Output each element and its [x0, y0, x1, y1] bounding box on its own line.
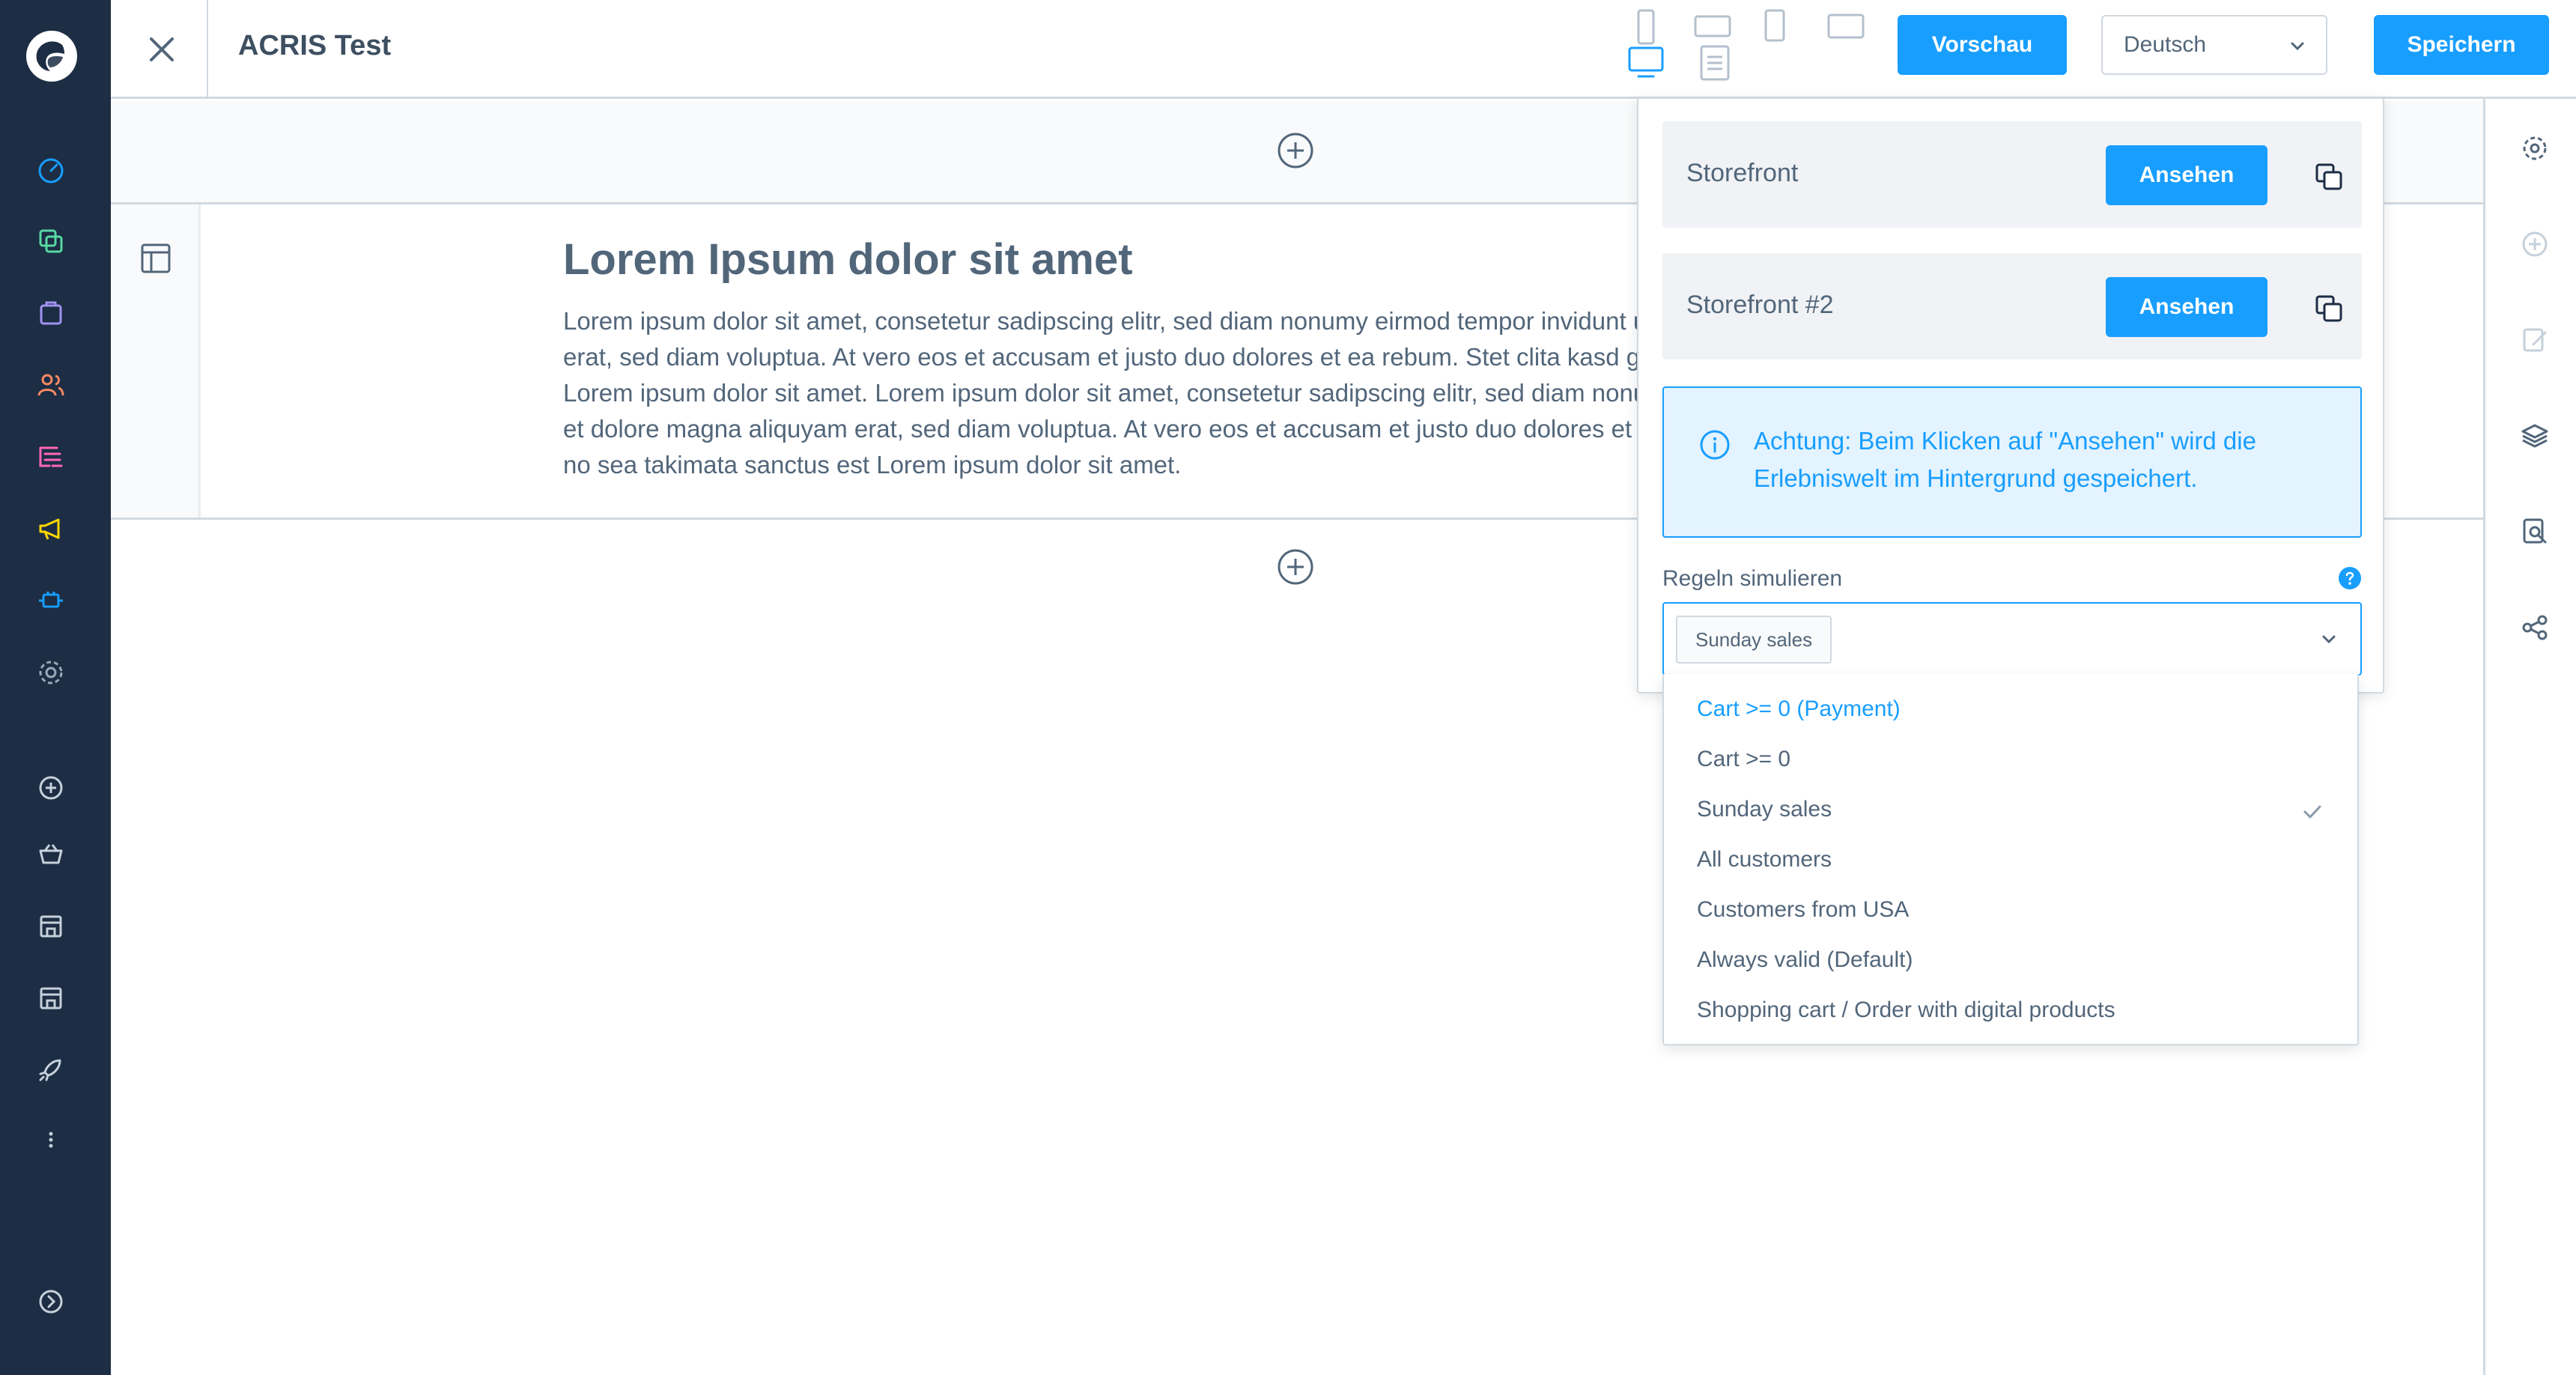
storefront-2-icon[interactable] [36, 983, 66, 1013]
block-text-line: erat, sed diam voluptua. At vero eos et … [563, 343, 1761, 371]
storefront-icon[interactable] [36, 911, 66, 941]
block-text-line: Lorem ipsum dolor sit amet. Lorem ipsum … [563, 379, 1761, 407]
view-storefront-button[interactable]: Ansehen [2106, 145, 2267, 205]
search-page-icon[interactable] [2520, 517, 2550, 547]
topbar-divider [207, 0, 208, 99]
check-icon [2303, 805, 2321, 819]
rules-select[interactable]: Sunday sales [1662, 602, 2362, 676]
tablet-portrait-icon[interactable] [1760, 7, 1790, 46]
selected-rule-tag[interactable]: Sunday sales [1676, 616, 1832, 664]
add-section-icon[interactable] [1276, 547, 1315, 586]
close-icon[interactable] [141, 28, 183, 70]
settings-icon[interactable] [2520, 133, 2550, 163]
page-title: ACRIS Test [238, 30, 392, 61]
storefront-name: Storefront #2 [1686, 291, 1834, 319]
rule-option[interactable]: Sunday sales [1697, 797, 1832, 822]
rule-option[interactable]: Always valid (Default) [1697, 947, 1913, 973]
mobile-landscape-icon[interactable] [1692, 12, 1734, 42]
copy-link-icon[interactable] [2314, 162, 2344, 192]
view-storefront-button[interactable]: Ansehen [2106, 277, 2267, 337]
main-navigation [0, 0, 111, 1375]
edit-icon[interactable] [2520, 325, 2550, 355]
storefront-name: Storefront [1686, 159, 1799, 187]
rule-option[interactable]: Cart >= 0 [1697, 747, 1790, 772]
desktop-icon[interactable] [1626, 45, 1665, 81]
expand-icon[interactable] [36, 1287, 66, 1317]
notice-text: Achtung: Beim Klicken auf "Ansehen" wird… [1754, 427, 2256, 492]
rule-option[interactable]: Cart >= 0 (Payment) [1697, 696, 1901, 722]
block-layout-icon[interactable] [138, 240, 174, 276]
more-icon[interactable] [36, 1125, 66, 1155]
info-icon [1700, 430, 1730, 460]
copy-link-icon[interactable] [2314, 294, 2344, 324]
shopware-logo-icon[interactable] [25, 30, 78, 82]
dashboard-icon[interactable] [36, 156, 66, 186]
chevron-down-icon [2322, 635, 2336, 644]
layers-icon[interactable] [2520, 421, 2550, 451]
settings-icon[interactable] [36, 658, 66, 688]
save-button[interactable]: Speichern [2374, 15, 2549, 75]
preview-button[interactable]: Vorschau [1898, 15, 2067, 75]
tablet-landscape-icon[interactable] [1826, 12, 1868, 42]
marketing-icon[interactable] [36, 514, 66, 544]
add-icon[interactable] [36, 773, 66, 803]
block-text-line: Lorem ipsum dolor sit amet, consetetur s… [563, 307, 1761, 335]
top-bar: ACRIS Test Vorschau Deutsch Speichern [111, 0, 2576, 99]
info-notice: Achtung: Beim Klicken auf "Ansehen" wird… [1662, 386, 2362, 538]
rule-option[interactable]: Shopping cart / Order with digital produ… [1697, 998, 2115, 1023]
rules-dropdown-list: Cart >= 0 (Payment) Cart >= 0 Sunday sal… [1662, 674, 2359, 1045]
content-icon[interactable] [36, 442, 66, 472]
rule-option[interactable]: All customers [1697, 847, 1832, 872]
preview-popover: Storefront Ansehen Storefront #2 Ansehen… [1637, 97, 2384, 693]
share-icon[interactable] [2520, 613, 2550, 643]
block-text-line: no sea takimata sanctus est Lorem ipsum … [563, 451, 1182, 479]
storefront-row: Storefront Ansehen [1662, 121, 2362, 228]
right-sidebar [2483, 99, 2576, 1375]
block-text-line: et dolore magna aliquyam erat, sed diam … [563, 415, 1761, 443]
rocket-icon[interactable] [36, 1054, 66, 1084]
add-block-icon[interactable] [2520, 229, 2550, 259]
catalog-icon[interactable] [36, 226, 66, 256]
mobile-portrait-icon[interactable] [1631, 7, 1661, 46]
storefront-row: Storefront #2 Ansehen [1662, 253, 2362, 359]
orders-icon[interactable] [36, 298, 66, 328]
rules-simulate-label: Regeln simulieren [1662, 566, 1843, 591]
add-section-icon[interactable] [1276, 131, 1315, 170]
block-heading: Lorem Ipsum dolor sit amet [563, 235, 1133, 284]
rule-option[interactable]: Customers from USA [1697, 897, 1909, 923]
extensions-icon[interactable] [36, 586, 66, 616]
basket-icon[interactable] [36, 839, 66, 869]
language-select-value: Deutsch [2124, 32, 2207, 57]
block-text: Lorem ipsum dolor sit amet, consetetur s… [563, 303, 1761, 483]
chevron-down-icon [2291, 42, 2304, 51]
language-select[interactable]: Deutsch [2101, 15, 2327, 75]
form-view-icon[interactable] [1697, 43, 1733, 82]
customers-icon[interactable] [36, 370, 66, 400]
help-icon[interactable] [2338, 566, 2362, 590]
